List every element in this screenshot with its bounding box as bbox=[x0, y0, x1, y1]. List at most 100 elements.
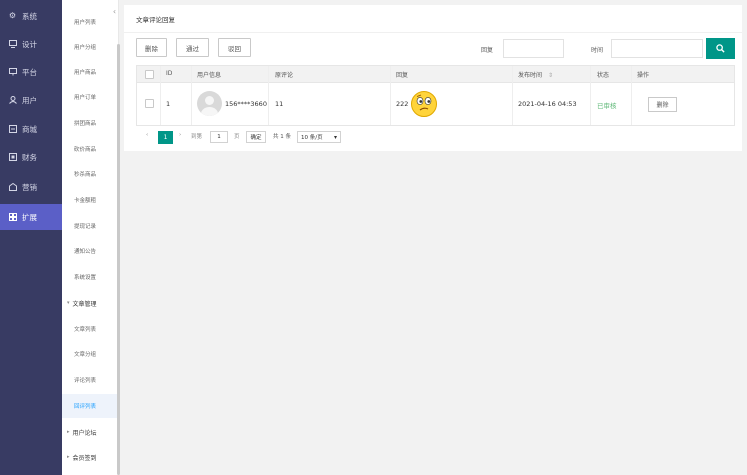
nav-item-label: 设计 bbox=[22, 39, 37, 49]
header-user: 用户信息 bbox=[197, 72, 222, 79]
extension-icon bbox=[8, 213, 17, 222]
column-divider bbox=[390, 83, 391, 125]
gear-icon: ⚙ bbox=[8, 11, 17, 20]
nav-item-design[interactable]: 设计 bbox=[0, 33, 62, 55]
nav-item-user[interactable]: 用户 bbox=[0, 89, 62, 111]
column-divider bbox=[268, 66, 269, 83]
header-reply: 回复 bbox=[396, 72, 409, 79]
submenu-group-signin[interactable]: ▸ 会员签到 bbox=[62, 447, 119, 467]
submenu-item[interactable]: 砍价商品 bbox=[62, 139, 119, 159]
submenu-item[interactable]: 用户分组 bbox=[62, 37, 119, 57]
page-number-input[interactable]: 1 bbox=[210, 131, 228, 143]
delete-button[interactable]: 删除 bbox=[136, 38, 167, 57]
next-page-button[interactable]: › bbox=[179, 132, 181, 138]
reject-button[interactable]: 驳回 bbox=[218, 38, 251, 57]
column-divider bbox=[390, 66, 391, 83]
search-icon bbox=[716, 44, 725, 53]
row-id: 1 bbox=[166, 100, 171, 108]
nav-item-label: 商城 bbox=[22, 124, 37, 134]
column-divider bbox=[191, 66, 192, 83]
nav-item-label: 财务 bbox=[22, 152, 37, 162]
reply-filter-input[interactable] bbox=[503, 39, 564, 58]
sub-menu: 用户列表 用户分组 用户商品 用户订单 拼团商品 砍价商品 秒杀商品 卡金额粗 … bbox=[62, 0, 119, 475]
submenu-item[interactable]: 用户订单 bbox=[62, 87, 119, 107]
pagination: ‹ 1 › 到第 1 页 确定 共 1 条 10 条/页 ▾ bbox=[136, 131, 735, 147]
header-original-comment: 原评论 bbox=[275, 72, 294, 79]
goto-label: 到第 bbox=[191, 134, 203, 140]
submenu-item[interactable]: 通知公告 bbox=[62, 241, 119, 261]
column-divider bbox=[631, 66, 632, 83]
submenu-item[interactable]: 提现记录 bbox=[62, 216, 119, 236]
avatar-head bbox=[205, 96, 214, 105]
reply-filter-label: 回复 bbox=[481, 47, 494, 54]
row-delete-button[interactable]: 删除 bbox=[648, 97, 677, 112]
content-panel: 文章评论回复 删除 通过 驳回 回复 时间 ID 用户信息 原评论 回复 发布时… bbox=[124, 5, 742, 151]
approve-button[interactable]: 通过 bbox=[176, 38, 209, 57]
nav-item-label: 用户 bbox=[22, 95, 37, 105]
nav-item-marketing[interactable]: 营销 bbox=[0, 176, 62, 198]
submenu-item[interactable]: 用户商品 bbox=[62, 62, 119, 82]
nav-item-extension[interactable]: 扩展 bbox=[0, 204, 62, 230]
page-title: 文章评论回复 bbox=[136, 16, 175, 24]
header-id: ID bbox=[166, 70, 173, 77]
submenu-item-comment-list[interactable]: 评论列表 bbox=[62, 370, 119, 390]
submenu-item-article-list[interactable]: 文章列表 bbox=[62, 319, 119, 339]
header-time-label: 发布时间 bbox=[518, 72, 543, 79]
submenu-item-reply-list[interactable]: 回评列表 bbox=[62, 394, 119, 418]
submenu-group-label: 会员签到 bbox=[72, 454, 97, 462]
nav-item-label: 平台 bbox=[22, 67, 37, 77]
table-row: 1 156****3660 11 222 2021-04-16 04:53 已审… bbox=[136, 83, 735, 126]
row-original-comment: 11 bbox=[275, 100, 284, 108]
submenu-group-forum[interactable]: ▸ 用户论坛 bbox=[62, 422, 119, 442]
avatar bbox=[197, 91, 222, 116]
confirm-page-button[interactable]: 确定 bbox=[246, 131, 266, 143]
submenu-item[interactable]: 卡金额粗 bbox=[62, 190, 119, 210]
table-header: ID 用户信息 原评论 回复 发布时间 ⇕ 状态 操作 bbox=[136, 65, 735, 83]
nav-item-system[interactable]: ⚙ 系统 bbox=[0, 5, 62, 27]
column-divider bbox=[268, 83, 269, 125]
nav-item-platform[interactable]: 平台 bbox=[0, 61, 62, 83]
design-icon bbox=[8, 40, 17, 49]
thinking-face-emoji bbox=[411, 91, 437, 117]
chevron-left-icon[interactable]: ‹ bbox=[110, 5, 119, 17]
nav-item-finance[interactable]: 财务 bbox=[0, 146, 62, 168]
current-page[interactable]: 1 bbox=[158, 131, 173, 144]
row-reply: 222 bbox=[396, 100, 409, 108]
title-divider bbox=[124, 32, 742, 33]
nav-item-label: 营销 bbox=[22, 182, 37, 192]
column-divider bbox=[590, 66, 591, 83]
submenu-item-article-group[interactable]: 文章分组 bbox=[62, 344, 119, 364]
select-all-checkbox[interactable] bbox=[145, 70, 154, 79]
page-unit-label: 页 bbox=[234, 134, 240, 140]
row-checkbox[interactable] bbox=[145, 99, 154, 108]
time-filter-label: 时间 bbox=[591, 47, 604, 54]
submenu-item[interactable]: 拼团商品 bbox=[62, 113, 119, 133]
nav-item-shop[interactable]: 商城 bbox=[0, 118, 62, 140]
column-divider bbox=[631, 83, 632, 125]
chevron-down-icon: ▾ bbox=[333, 133, 337, 141]
header-actions: 操作 bbox=[637, 72, 650, 79]
chevron-right-icon: ▸ bbox=[67, 429, 70, 435]
column-divider bbox=[512, 83, 513, 125]
sort-icon[interactable]: ⇕ bbox=[548, 72, 553, 79]
prev-page-button[interactable]: ‹ bbox=[146, 132, 148, 138]
nav-item-label: 系统 bbox=[22, 11, 37, 21]
submenu-item[interactable]: 秒杀商品 bbox=[62, 164, 119, 184]
column-divider bbox=[191, 83, 192, 125]
column-divider bbox=[160, 83, 161, 125]
page-size-select[interactable]: 10 条/页 ▾ bbox=[297, 131, 341, 143]
submenu-scrollbar[interactable] bbox=[117, 44, 120, 475]
page-size-value: 10 条/页 bbox=[301, 135, 323, 141]
submenu-group-article[interactable]: ▾ 文章管理 bbox=[62, 293, 119, 313]
finance-icon bbox=[8, 153, 17, 162]
marketing-icon bbox=[8, 183, 17, 192]
search-button[interactable] bbox=[706, 38, 735, 59]
header-time[interactable]: 发布时间 ⇕ bbox=[518, 70, 553, 79]
status-badge: 已审核 bbox=[597, 102, 617, 110]
avatar-body bbox=[201, 107, 218, 116]
user-icon bbox=[8, 96, 17, 105]
time-filter-input[interactable] bbox=[611, 39, 703, 58]
submenu-group-label: 用户论坛 bbox=[72, 429, 97, 437]
column-divider bbox=[512, 66, 513, 83]
submenu-item[interactable]: 系统设置 bbox=[62, 267, 119, 287]
